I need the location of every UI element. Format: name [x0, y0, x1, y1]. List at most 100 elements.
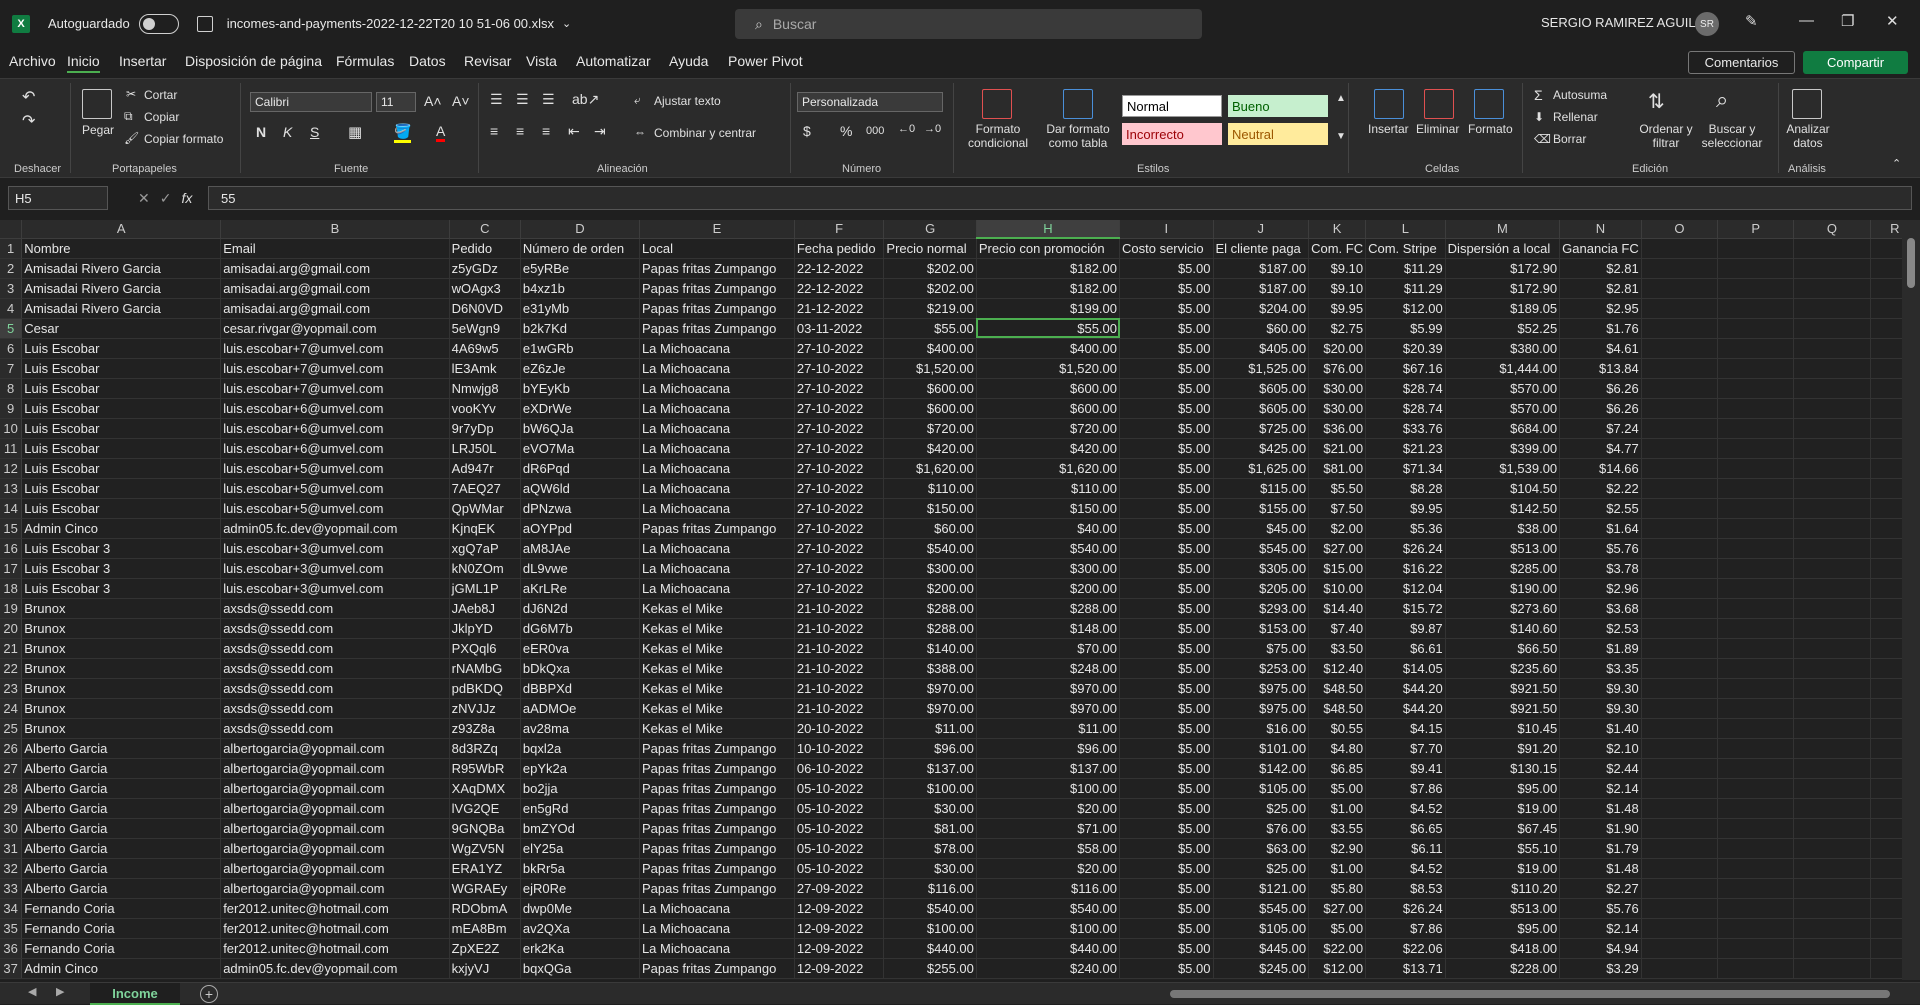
tab-datos[interactable]: Datos [409, 53, 446, 69]
cell[interactable]: $30.00 [883, 798, 977, 819]
cell[interactable] [1717, 738, 1795, 759]
cell[interactable]: fer2012.unitec@hotmail.com [220, 918, 450, 939]
format-painter-button[interactable]: Copiar formato [144, 132, 223, 146]
cell[interactable] [1717, 498, 1795, 519]
cell[interactable]: $5.00 [1308, 778, 1367, 799]
cell[interactable]: kN0ZOm [449, 558, 521, 579]
cell[interactable]: $16.22 [1365, 558, 1446, 579]
cell[interactable]: $425.00 [1213, 438, 1310, 459]
cell[interactable]: $975.00 [1213, 698, 1310, 719]
cell[interactable]: $399.00 [1445, 438, 1561, 459]
cell[interactable]: luis.escobar+5@umvel.com [220, 478, 450, 499]
cell[interactable]: $25.00 [1213, 858, 1310, 879]
cell[interactable]: $116.00 [976, 878, 1121, 899]
cell[interactable] [1793, 278, 1871, 299]
cell[interactable]: $199.00 [976, 298, 1121, 319]
cell[interactable]: $253.00 [1213, 658, 1310, 679]
cell[interactable]: $440.00 [976, 938, 1121, 959]
cell[interactable] [1717, 718, 1795, 739]
cell[interactable]: $67.45 [1445, 818, 1561, 839]
cell[interactable]: JAeb8J [449, 598, 521, 619]
cell[interactable]: 05-10-2022 [794, 798, 885, 819]
cell[interactable] [1793, 498, 1871, 519]
column-header-l[interactable]: L [1365, 220, 1446, 239]
cell[interactable]: $605.00 [1213, 398, 1310, 419]
cell[interactable]: $405.00 [1213, 338, 1310, 359]
tab-power-pivot[interactable]: Power Pivot [728, 53, 803, 69]
cell[interactable]: $420.00 [976, 438, 1121, 459]
cell[interactable]: 27-10-2022 [794, 458, 885, 479]
cell[interactable]: lE3Amk [449, 358, 521, 379]
row-header[interactable]: 4 [0, 298, 23, 319]
cell[interactable]: axsds@ssedd.com [220, 718, 450, 739]
cell[interactable]: $200.00 [976, 578, 1121, 599]
cell[interactable]: $1.89 [1559, 638, 1642, 659]
row-header[interactable]: 9 [0, 398, 23, 419]
row-header[interactable]: 34 [0, 898, 23, 919]
cell[interactable] [1793, 938, 1871, 959]
cell[interactable]: La Michoacana [639, 418, 795, 439]
cell[interactable]: $70.00 [976, 638, 1121, 659]
redo-icon[interactable]: ↷ [22, 111, 35, 131]
cell[interactable]: lVG2QE [449, 798, 521, 819]
cell[interactable]: $5.00 [1119, 558, 1214, 579]
cell[interactable]: $21.00 [1308, 438, 1367, 459]
cell[interactable]: La Michoacana [639, 538, 795, 559]
cell[interactable]: Ad947r [449, 458, 521, 479]
cell[interactable]: $2.95 [1559, 298, 1642, 319]
cell[interactable]: $380.00 [1445, 338, 1561, 359]
cell[interactable] [1717, 438, 1795, 459]
cell[interactable]: $140.60 [1445, 618, 1561, 639]
cell[interactable]: $540.00 [976, 538, 1121, 559]
cell[interactable]: $9.95 [1308, 298, 1367, 319]
cell[interactable]: $205.00 [1213, 578, 1310, 599]
cell[interactable] [1641, 518, 1719, 539]
cell[interactable]: $545.00 [1213, 898, 1310, 919]
cell[interactable]: $3.50 [1308, 638, 1367, 659]
cell[interactable]: $6.65 [1365, 818, 1446, 839]
tab-ayuda[interactable]: Ayuda [669, 53, 708, 69]
header-cell[interactable]: Email [220, 238, 450, 259]
cell[interactable]: $5.36 [1365, 518, 1446, 539]
cell[interactable]: 27-09-2022 [794, 878, 885, 899]
cell[interactable]: $20.39 [1365, 338, 1446, 359]
cell[interactable]: jGML1P [449, 578, 521, 599]
cell[interactable]: luis.escobar+7@umvel.com [220, 378, 450, 399]
cell[interactable]: erk2Ka [520, 938, 640, 959]
cell[interactable]: axsds@ssedd.com [220, 618, 450, 639]
cell[interactable]: axsds@ssedd.com [220, 678, 450, 699]
cell[interactable] [1793, 378, 1871, 399]
cell[interactable] [1717, 598, 1795, 619]
cell[interactable] [1717, 658, 1795, 679]
cell[interactable]: dPNzwa [520, 498, 640, 519]
cell[interactable]: $110.00 [976, 478, 1121, 499]
cell[interactable]: 20-10-2022 [794, 718, 885, 739]
row-header[interactable]: 26 [0, 738, 23, 759]
cell[interactable]: $5.00 [1119, 798, 1214, 819]
row-header[interactable]: 2 [0, 258, 23, 279]
find-icon[interactable]: ⌕ [1716, 87, 1728, 113]
cell[interactable]: $8.53 [1365, 878, 1446, 899]
cell[interactable] [1641, 678, 1719, 699]
cell[interactable]: $20.00 [976, 798, 1121, 819]
cell[interactable]: $55.00 [883, 318, 977, 339]
cell[interactable]: albertogarcia@yopmail.com [220, 818, 450, 839]
cell[interactable]: $5.00 [1119, 478, 1214, 499]
cell[interactable]: albertogarcia@yopmail.com [220, 878, 450, 899]
row-header[interactable]: 5 [0, 318, 23, 339]
cell[interactable]: $11.29 [1365, 258, 1446, 279]
cell[interactable]: Kekas el Mike [639, 718, 795, 739]
cell[interactable]: $5.00 [1119, 498, 1214, 519]
cell[interactable] [1793, 598, 1871, 619]
cell[interactable]: $5.00 [1119, 458, 1214, 479]
cell[interactable]: $7.24 [1559, 418, 1642, 439]
header-cell[interactable]: Nombre [21, 238, 222, 259]
cell[interactable]: $2.00 [1308, 518, 1367, 539]
column-header-a[interactable]: A [21, 220, 222, 239]
restore-icon[interactable]: ❐ [1841, 12, 1854, 30]
cell[interactable]: luis.escobar+3@umvel.com [220, 538, 450, 559]
cell[interactable]: Papas fritas Zumpango [639, 738, 795, 759]
cell[interactable] [1717, 318, 1795, 339]
style-good[interactable]: Bueno [1228, 95, 1328, 117]
cell[interactable]: luis.escobar+3@umvel.com [220, 558, 450, 579]
